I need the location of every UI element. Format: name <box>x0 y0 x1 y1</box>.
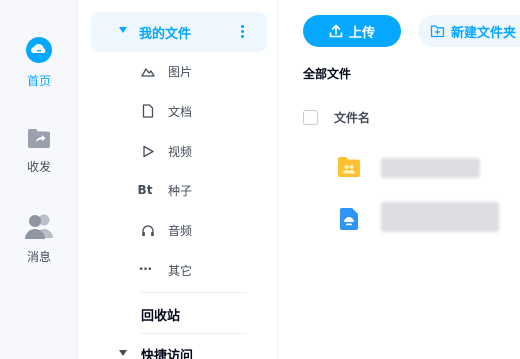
divider <box>141 292 247 293</box>
shared-folder-icon <box>338 157 360 177</box>
rail-item-messages[interactable]: 消息 <box>0 212 78 265</box>
rail-label-messages: 消息 <box>26 250 51 264</box>
sidebar-item-torrents[interactable]: Bt 种子 <box>91 174 267 208</box>
new-folder-label: 新建文件夹 <box>451 26 517 41</box>
sidebar-item-label: 文档 <box>168 105 193 119</box>
sidebar-item-label: 其它 <box>168 264 193 278</box>
redacted-filename <box>381 158 480 178</box>
sidebar-item-audio[interactable]: 音频 <box>91 214 267 248</box>
upload-label: 上传 <box>349 26 376 41</box>
more-icon: ••• <box>138 265 153 275</box>
redacted-filename <box>381 202 499 232</box>
divider <box>141 333 247 334</box>
app-file-icon <box>340 208 358 230</box>
sidebar-item-label: 音频 <box>168 224 193 238</box>
sidebar-item-label: 视频 <box>168 145 193 159</box>
select-all-checkbox[interactable] <box>303 110 318 125</box>
new-folder-button[interactable]: 新建文件夹 <box>418 15 520 47</box>
sidebar-item-label: 种子 <box>168 184 193 198</box>
caret-down-icon <box>119 27 127 33</box>
rail-label-home: 首页 <box>26 74 51 88</box>
transfer-folder-icon <box>28 129 50 148</box>
image-icon <box>141 64 155 78</box>
file-sidebar: 我的文件 图片 文档 视频 Bt 种子 音频 ••• 其它 回收站 快捷访问 <box>79 0 278 359</box>
sidebar-item-other[interactable]: ••• 其它 <box>91 254 267 288</box>
more-vertical-icon[interactable] <box>241 25 245 39</box>
sidebar-item-my-files[interactable]: 我的文件 <box>91 12 267 52</box>
sidebar-item-label: 图片 <box>168 65 193 79</box>
sidebar-item-documents[interactable]: 文档 <box>91 95 267 129</box>
file-row[interactable] <box>319 196 520 242</box>
upload-button[interactable]: 上传 <box>303 15 401 47</box>
rail-item-home[interactable]: 首页 <box>0 36 78 89</box>
sidebar-item-label: 我的文件 <box>139 27 192 42</box>
app-rail: 首页 收发 消息 <box>0 0 78 359</box>
rail-item-transfer[interactable]: 收发 <box>0 126 78 175</box>
column-header-filename[interactable]: 文件名 <box>334 109 370 126</box>
bt-icon: Bt <box>137 183 153 197</box>
caret-down-icon <box>119 350 127 356</box>
upload-icon <box>329 24 343 38</box>
document-icon <box>141 104 155 118</box>
breadcrumb[interactable]: 全部文件 <box>303 65 351 82</box>
sidebar-item-images[interactable]: 图片 <box>91 55 267 89</box>
main-panel: 上传 新建文件夹 全部文件 文件名 <box>279 0 520 359</box>
file-row[interactable] <box>319 145 520 191</box>
new-folder-icon <box>430 25 445 38</box>
rail-label-transfer: 收发 <box>26 160 51 174</box>
cloud-home-icon <box>26 37 52 63</box>
audio-icon <box>141 223 155 237</box>
sidebar-item-recycle-bin[interactable]: 回收站 <box>141 305 180 324</box>
contacts-icon <box>25 214 53 239</box>
sidebar-item-quick-access[interactable]: 快捷访问 <box>141 345 193 359</box>
sidebar-item-videos[interactable]: 视频 <box>91 135 267 169</box>
video-icon <box>141 144 155 158</box>
